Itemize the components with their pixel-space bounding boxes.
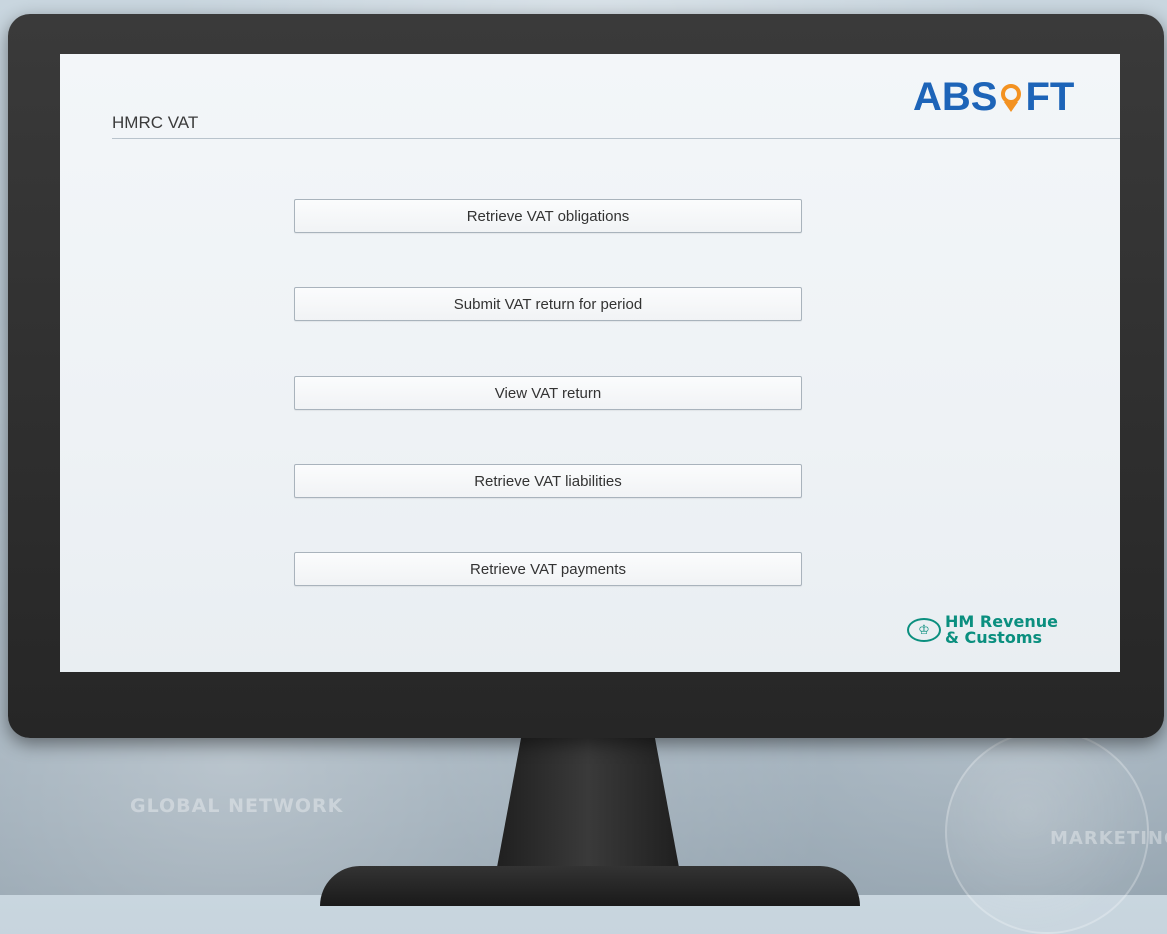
monitor-base (320, 866, 860, 906)
view-vat-return-button[interactable]: View VAT return (294, 376, 802, 410)
monitor-stand (495, 738, 681, 878)
absoft-logo: ABS FT (913, 75, 1074, 120)
retrieve-vat-obligations-button[interactable]: Retrieve VAT obligations (294, 199, 802, 233)
retrieve-vat-liabilities-button[interactable]: Retrieve VAT liabilities (294, 464, 802, 498)
monitor-bezel: HMRC VAT ABS FT Retrieve VAT obligations… (8, 14, 1164, 738)
page-title: HMRC VAT (112, 113, 199, 132)
submit-vat-return-button[interactable]: Submit VAT return for period (294, 287, 802, 321)
background-text-global-network: GLOBAL NETWORK (130, 795, 344, 817)
background-text-marketing: MARKETING (1050, 828, 1167, 849)
app-screen: HMRC VAT ABS FT Retrieve VAT obligations… (60, 54, 1120, 672)
title-divider (112, 138, 1120, 139)
absoft-logo-text-left: ABS (913, 75, 998, 119)
location-pin-icon (998, 82, 1024, 114)
hmrc-logo-line2: & Customs (945, 628, 1043, 647)
crown-crest-icon: ♔ (907, 618, 941, 642)
absoft-logo-text-right: FT (1025, 75, 1075, 119)
retrieve-vat-payments-button[interactable]: Retrieve VAT payments (294, 552, 802, 586)
hmrc-logo: ♔ HM Revenue & Customs (907, 614, 1058, 646)
